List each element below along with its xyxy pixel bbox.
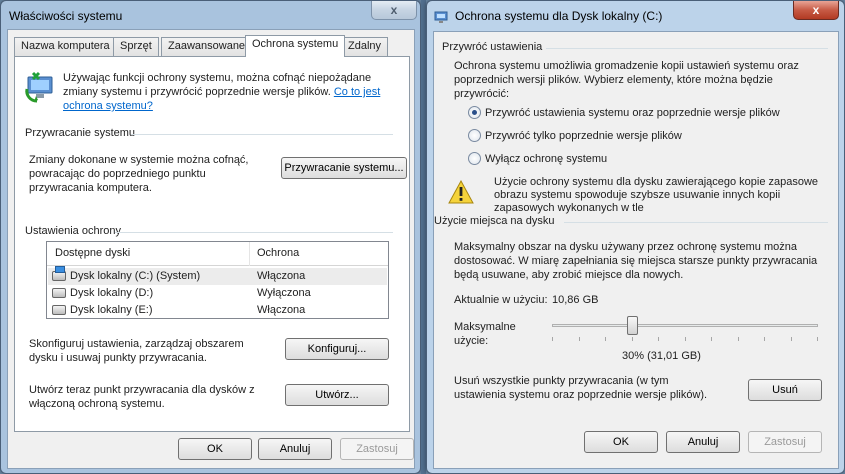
title-bar[interactable]: Właściwości systemu x — [1, 1, 420, 31]
protection-section-heading: Ustawienia ochrony — [25, 225, 121, 237]
cancel-button[interactable]: Anuluj — [666, 431, 740, 453]
dialog-client: Przywróć ustawienia Ochrona systemu umoż… — [433, 31, 839, 469]
max-usage-slider[interactable] — [552, 316, 818, 342]
radio-label[interactable]: Przywróć tylko poprzednie wersje plików — [485, 129, 682, 143]
delete-button[interactable]: Usuń — [748, 379, 822, 401]
tab-system-protection[interactable]: Ochrona systemu — [245, 35, 346, 57]
drive-name: Dysk lokalny (E:) — [70, 304, 153, 316]
radio-selected-dot — [472, 110, 477, 115]
protection-status: Wyłączona — [257, 287, 311, 299]
tab-panel: Używając funkcji ochrony systemu, można … — [14, 56, 410, 432]
tab-label: Ochrona systemu — [252, 38, 339, 50]
system-restore-button[interactable]: Przywracanie systemu... — [281, 157, 407, 179]
configure-button[interactable]: Konfiguruj... — [285, 338, 389, 360]
warning-icon — [448, 180, 474, 204]
delete-description: Usuń wszystkie punkty przywracania (w ty… — [454, 375, 708, 401]
column-separator — [249, 242, 250, 266]
tab-label: Zaawansowane — [168, 40, 246, 52]
warning-text: Użycie ochrony systemu dla dysku zawiera… — [494, 176, 819, 214]
tab-label: Nazwa komputera — [21, 40, 110, 52]
tab-advanced[interactable]: Zaawansowane — [161, 37, 253, 56]
configure-description: Skonfiguruj ustawienia, zarządzaj obszar… — [29, 338, 244, 364]
drive-icon — [52, 288, 66, 298]
window-title: Ochrona systemu dla Dysk lokalny (C:) — [455, 9, 663, 23]
drive-name: Dysk lokalny (C:) (System) — [70, 270, 201, 282]
slider-tick — [658, 337, 659, 341]
slider-tick — [684, 337, 686, 341]
create-button[interactable]: Utwórz... — [285, 384, 389, 406]
close-icon: x — [390, 3, 398, 17]
slider-tick — [817, 337, 818, 341]
title-bar[interactable]: Ochrona systemu dla Dysk lokalny (C:) x — [427, 1, 844, 31]
ok-button[interactable]: OK — [584, 431, 658, 453]
divider — [131, 134, 393, 135]
drives-list[interactable]: Dostępne dyski Ochrona Dysk lokalny (C:)… — [46, 241, 389, 319]
intro-text: Używając funkcji ochrony systemu, można … — [63, 71, 403, 113]
divider — [546, 48, 828, 49]
system-protection-icon — [25, 71, 53, 103]
slider-tick — [605, 337, 606, 341]
system-drive-icon — [52, 266, 66, 281]
tab-remote[interactable]: Zdalny — [341, 37, 389, 56]
intro-description: Używając funkcji ochrony systemu, można … — [63, 72, 372, 98]
slider-value-text: 30% (31,01 GB) — [622, 350, 701, 362]
protection-status: Włączona — [257, 270, 306, 282]
list-header: Dostępne dyski Ochrona — [47, 242, 388, 266]
restore-section-heading: Przywracanie systemu — [25, 127, 136, 139]
divider — [115, 232, 393, 233]
dialog-client: Nazwa komputera Sprzęt Zaawansowane Ochr… — [7, 29, 415, 469]
drive-name: Dysk lokalny (D:) — [70, 287, 154, 299]
slider-tick — [764, 337, 765, 341]
current-usage-label: Aktualnie w użyciu: — [454, 294, 548, 306]
apply-button: Zastosuj — [748, 431, 822, 453]
restore-settings-description: Ochrona systemu umożliwia gromadzenie ko… — [454, 60, 799, 100]
table-row[interactable]: Dysk lokalny (C:) (System) Włączona — [48, 266, 387, 285]
slider-tick — [552, 337, 553, 341]
slider-tick — [737, 337, 739, 341]
protection-status: Włączona — [257, 304, 306, 316]
slider-track[interactable] — [552, 324, 818, 327]
table-row[interactable]: Dysk lokalny (E:) Włączona — [48, 302, 387, 319]
close-button[interactable]: x — [793, 1, 839, 20]
radio-button[interactable] — [468, 152, 481, 165]
current-usage-value: 10,86 GB — [552, 294, 599, 306]
system-protection-drive-window: Ochrona systemu dla Dysk lokalny (C:) x … — [426, 0, 845, 474]
max-usage-label: Maksymalne użycie: — [454, 321, 516, 347]
radio-button[interactable] — [468, 129, 481, 142]
tab-hardware[interactable]: Sprzęt — [113, 37, 159, 56]
window-title: Właściwości systemu — [9, 9, 123, 23]
divider — [564, 222, 828, 223]
system-properties-window: Właściwości systemu x Nazwa komputera Sp… — [0, 0, 421, 474]
disk-usage-heading: Użycie miejsca na dysku — [434, 215, 555, 227]
table-row[interactable]: Dysk lokalny (D:) Wyłączona — [48, 285, 387, 302]
slider-thumb[interactable] — [626, 316, 638, 335]
slider-tick — [711, 337, 712, 341]
radio-button[interactable] — [468, 106, 481, 119]
close-icon: x — [812, 3, 820, 17]
slider-tick — [790, 337, 792, 341]
radio-label[interactable]: Przywróć ustawienia systemu oraz poprzed… — [485, 106, 780, 120]
window-app-icon — [434, 11, 448, 23]
tab-label: Sprzęt — [120, 40, 152, 52]
drive-icon — [52, 305, 66, 315]
disk-usage-description: Maksymalny obszar na dysku używany przez… — [454, 241, 818, 281]
slider-tick — [631, 337, 633, 341]
apply-button: Zastosuj — [340, 438, 414, 460]
restore-description: Zmiany dokonane w systemie można cofnąć,… — [29, 154, 249, 194]
column-header-drives[interactable]: Dostępne dyski — [55, 247, 130, 259]
create-description: Utwórz teraz punkt przywracania dla dysk… — [29, 384, 255, 410]
column-header-protection[interactable]: Ochrona — [257, 247, 299, 259]
restore-settings-heading: Przywróć ustawienia — [442, 41, 543, 53]
tab-label: Zdalny — [348, 40, 382, 52]
slider-tick — [578, 337, 580, 341]
cancel-button[interactable]: Anuluj — [258, 438, 332, 460]
tab-computer-name[interactable]: Nazwa komputera — [14, 37, 117, 56]
radio-label[interactable]: Wyłącz ochronę systemu — [485, 152, 607, 166]
close-button[interactable]: x — [371, 1, 417, 20]
ok-button[interactable]: OK — [178, 438, 252, 460]
